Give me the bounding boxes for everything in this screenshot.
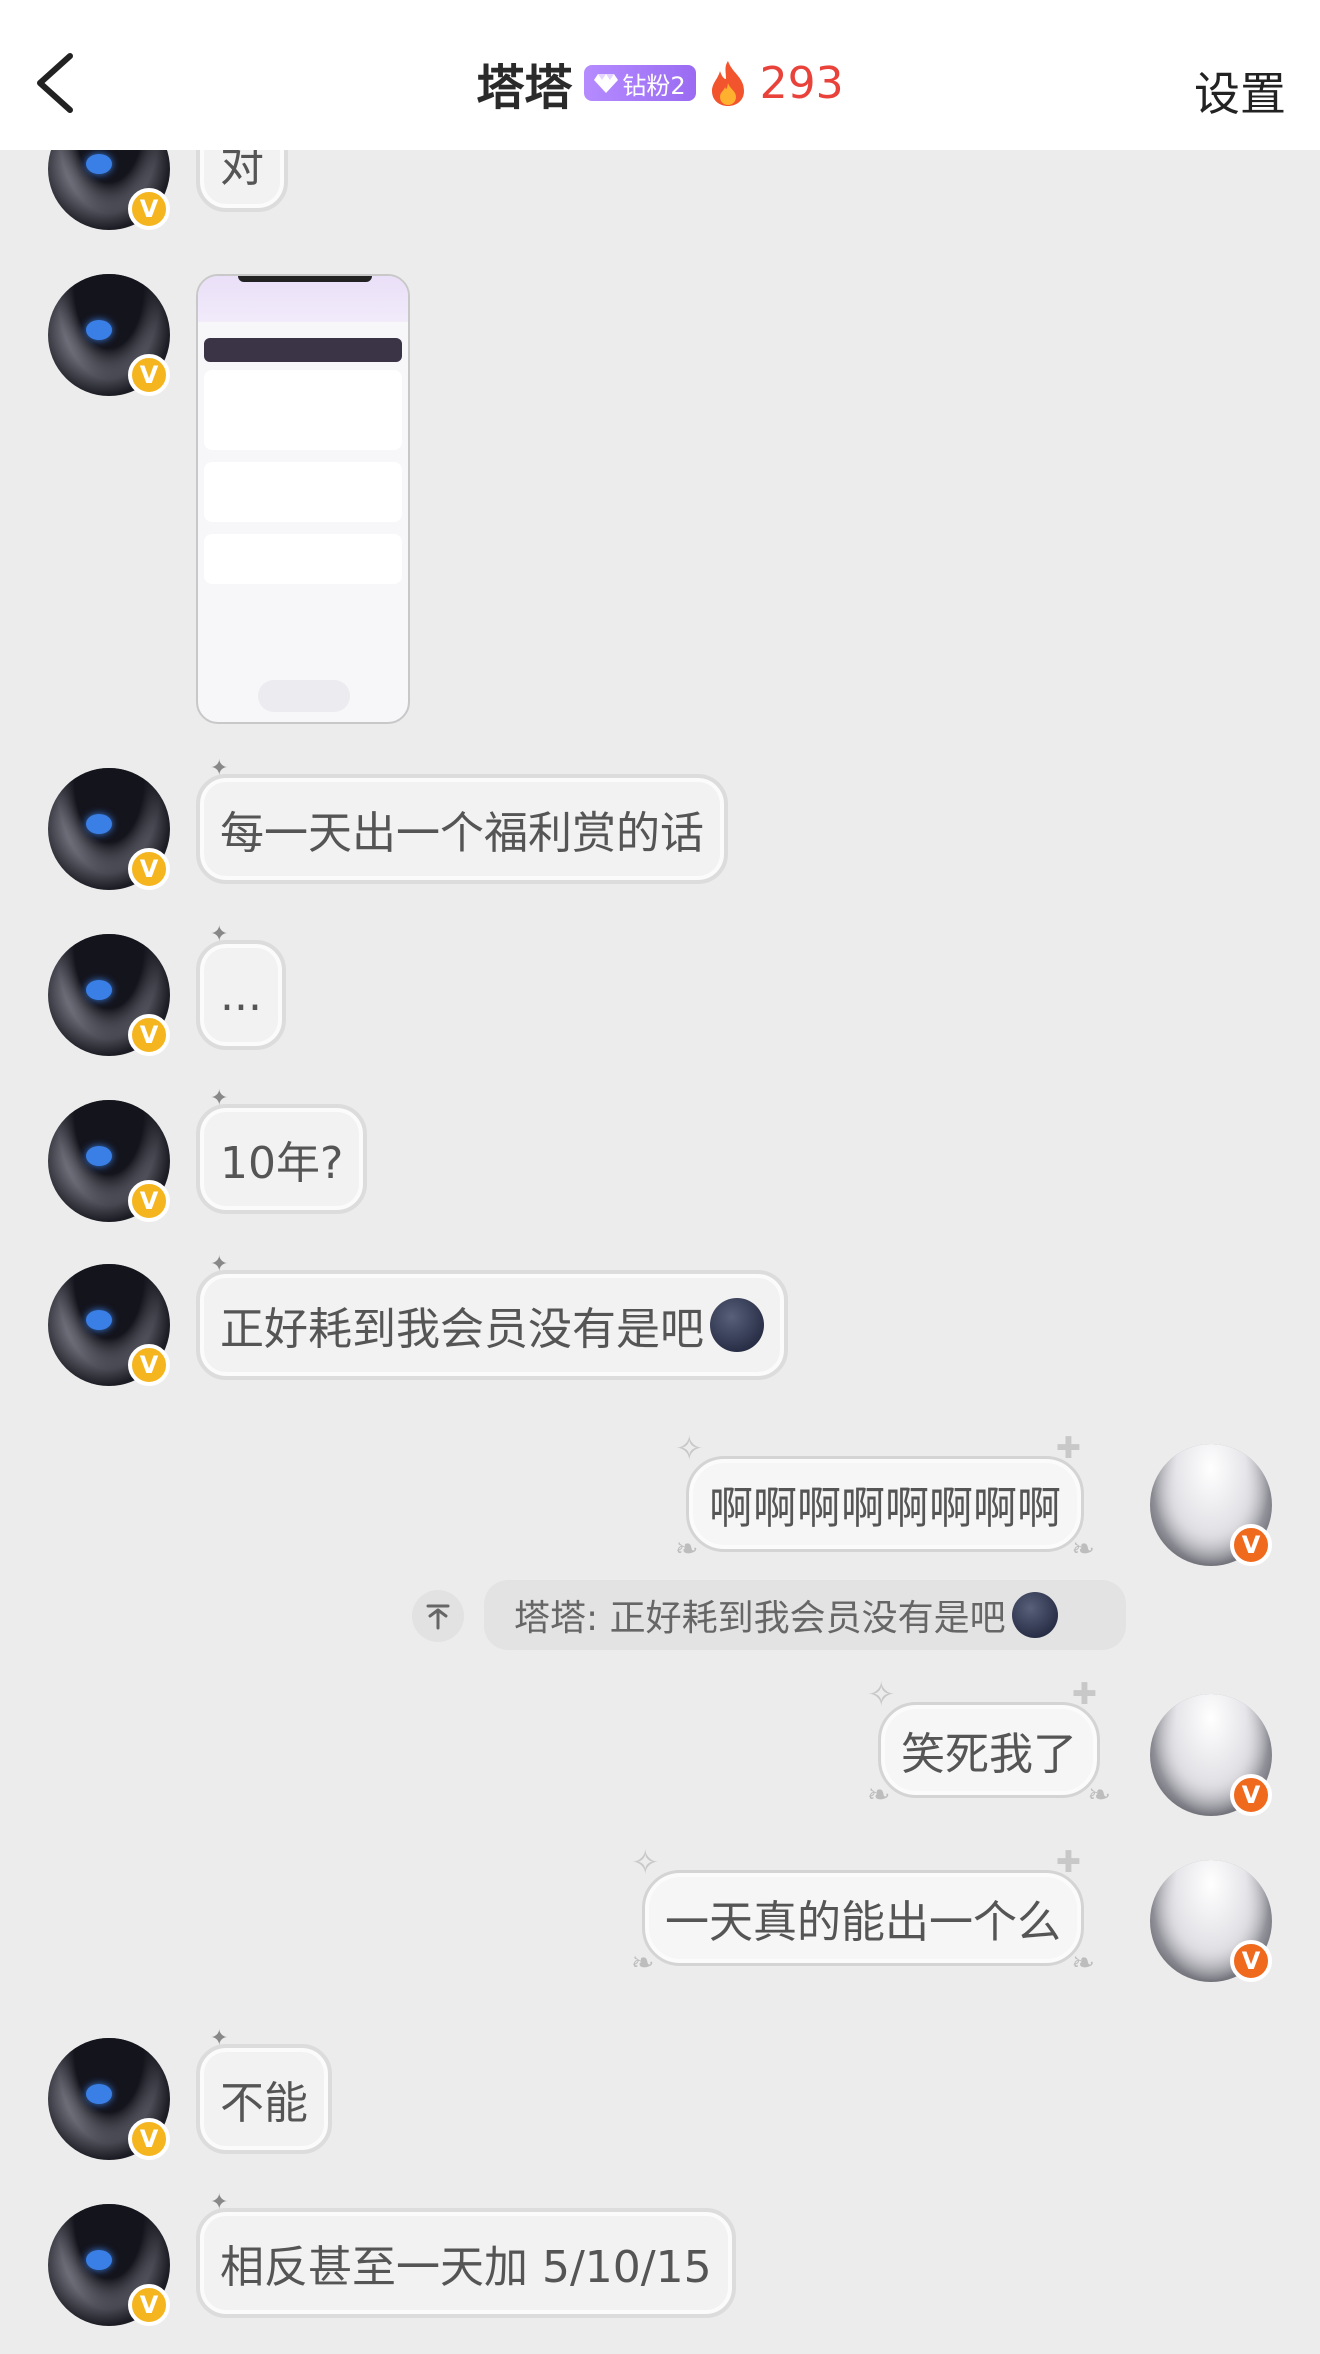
verified-icon: V xyxy=(1230,1940,1272,1982)
avatar-me[interactable]: V xyxy=(1150,1444,1272,1566)
fan-level-badge[interactable]: 钻粉2 xyxy=(584,65,696,101)
quoted-message[interactable]: 塔塔: 正好耗到我会员没有是吧 xyxy=(484,1580,1126,1650)
verified-icon: V xyxy=(128,2284,170,2326)
message-image[interactable] xyxy=(196,274,410,724)
message-text: 笑死我了 xyxy=(901,1729,1077,1780)
fire-icon xyxy=(708,59,748,107)
avatar-tata[interactable]: V xyxy=(48,768,170,890)
verified-icon: V xyxy=(1230,1524,1272,1566)
avatar-tata[interactable]: V xyxy=(48,274,170,396)
message-bubble[interactable]: ✦ 正好耗到我会员没有是吧 xyxy=(196,1252,788,1380)
diamond-icon xyxy=(594,74,619,93)
page-title[interactable]: 塔塔 xyxy=(476,48,572,118)
message-bubble[interactable]: ✧ ✚ ❧ ❧ 一天真的能出一个么 xyxy=(631,1843,1095,1979)
verified-icon: V xyxy=(1230,1774,1272,1816)
message-bubble[interactable]: ✧ ✚ ❧ ❧ 啊啊啊啊啊啊啊啊 xyxy=(675,1429,1095,1565)
message-bubble[interactable]: ✦ 10年? xyxy=(196,1086,368,1214)
chat-header: 塔塔 钻粉2 293 设置 xyxy=(0,0,1320,150)
fan-badge-label: 钻粉2 xyxy=(622,71,686,100)
message-text: 相反甚至一天加 5/10/15 xyxy=(220,2242,712,2293)
header-title-group: 塔塔 钻粉2 293 xyxy=(0,48,1320,118)
message-bubble[interactable]: ✦ 每一天出一个福利赏的话 xyxy=(196,756,728,884)
verified-icon: V xyxy=(128,1180,170,1222)
verified-icon: V xyxy=(128,2118,170,2160)
quoted-text: 塔塔: 正好耗到我会员没有是吧 xyxy=(514,1598,1006,1639)
verified-icon: V xyxy=(128,354,170,396)
avatar-tata[interactable]: V xyxy=(48,2038,170,2160)
message-text: 不能 xyxy=(220,2078,308,2129)
settings-button[interactable]: 设置 xyxy=(1194,58,1286,124)
chat-page: 塔塔 钻粉2 293 设置 V 对 V V ✦ 每一天出一个福利赏的话 V ✦ … xyxy=(0,0,1320,2354)
message-text: 啊啊啊啊啊啊啊啊 xyxy=(709,1483,1061,1534)
avatar-tata[interactable]: V xyxy=(48,934,170,1056)
message-text: 一天真的能出一个么 xyxy=(665,1897,1061,1948)
avatar-me[interactable]: V xyxy=(1150,1860,1272,1982)
avatar-tata[interactable]: V xyxy=(48,1100,170,1222)
verified-icon: V xyxy=(128,1014,170,1056)
message-text: ... xyxy=(220,969,262,1021)
avatar-tata[interactable]: V xyxy=(48,1264,170,1386)
message-text: 每一天出一个福利赏的话 xyxy=(220,808,704,859)
message-text: 10年? xyxy=(220,1138,344,1189)
avatar-tata[interactable]: V xyxy=(48,2204,170,2326)
message-bubble[interactable]: ✦ 相反甚至一天加 5/10/15 xyxy=(196,2190,736,2318)
verified-icon: V xyxy=(128,188,170,230)
verified-icon: V xyxy=(128,1344,170,1386)
message-text: 正好耗到我会员没有是吧 xyxy=(220,1304,704,1355)
intimacy-count: 293 xyxy=(759,57,844,109)
new-moon-face-emoji xyxy=(710,1298,764,1352)
message-bubble[interactable]: ✦ 不能 xyxy=(196,2026,332,2154)
message-bubble[interactable]: ✧ ✚ ❧ ❧ 笑死我了 xyxy=(867,1675,1111,1811)
new-moon-face-emoji xyxy=(1011,1592,1058,1638)
message-bubble[interactable]: ✦ ... xyxy=(196,922,286,1050)
avatar-me[interactable]: V xyxy=(1150,1694,1272,1816)
verified-icon: V xyxy=(128,848,170,890)
quote-up-icon[interactable] xyxy=(412,1590,464,1642)
